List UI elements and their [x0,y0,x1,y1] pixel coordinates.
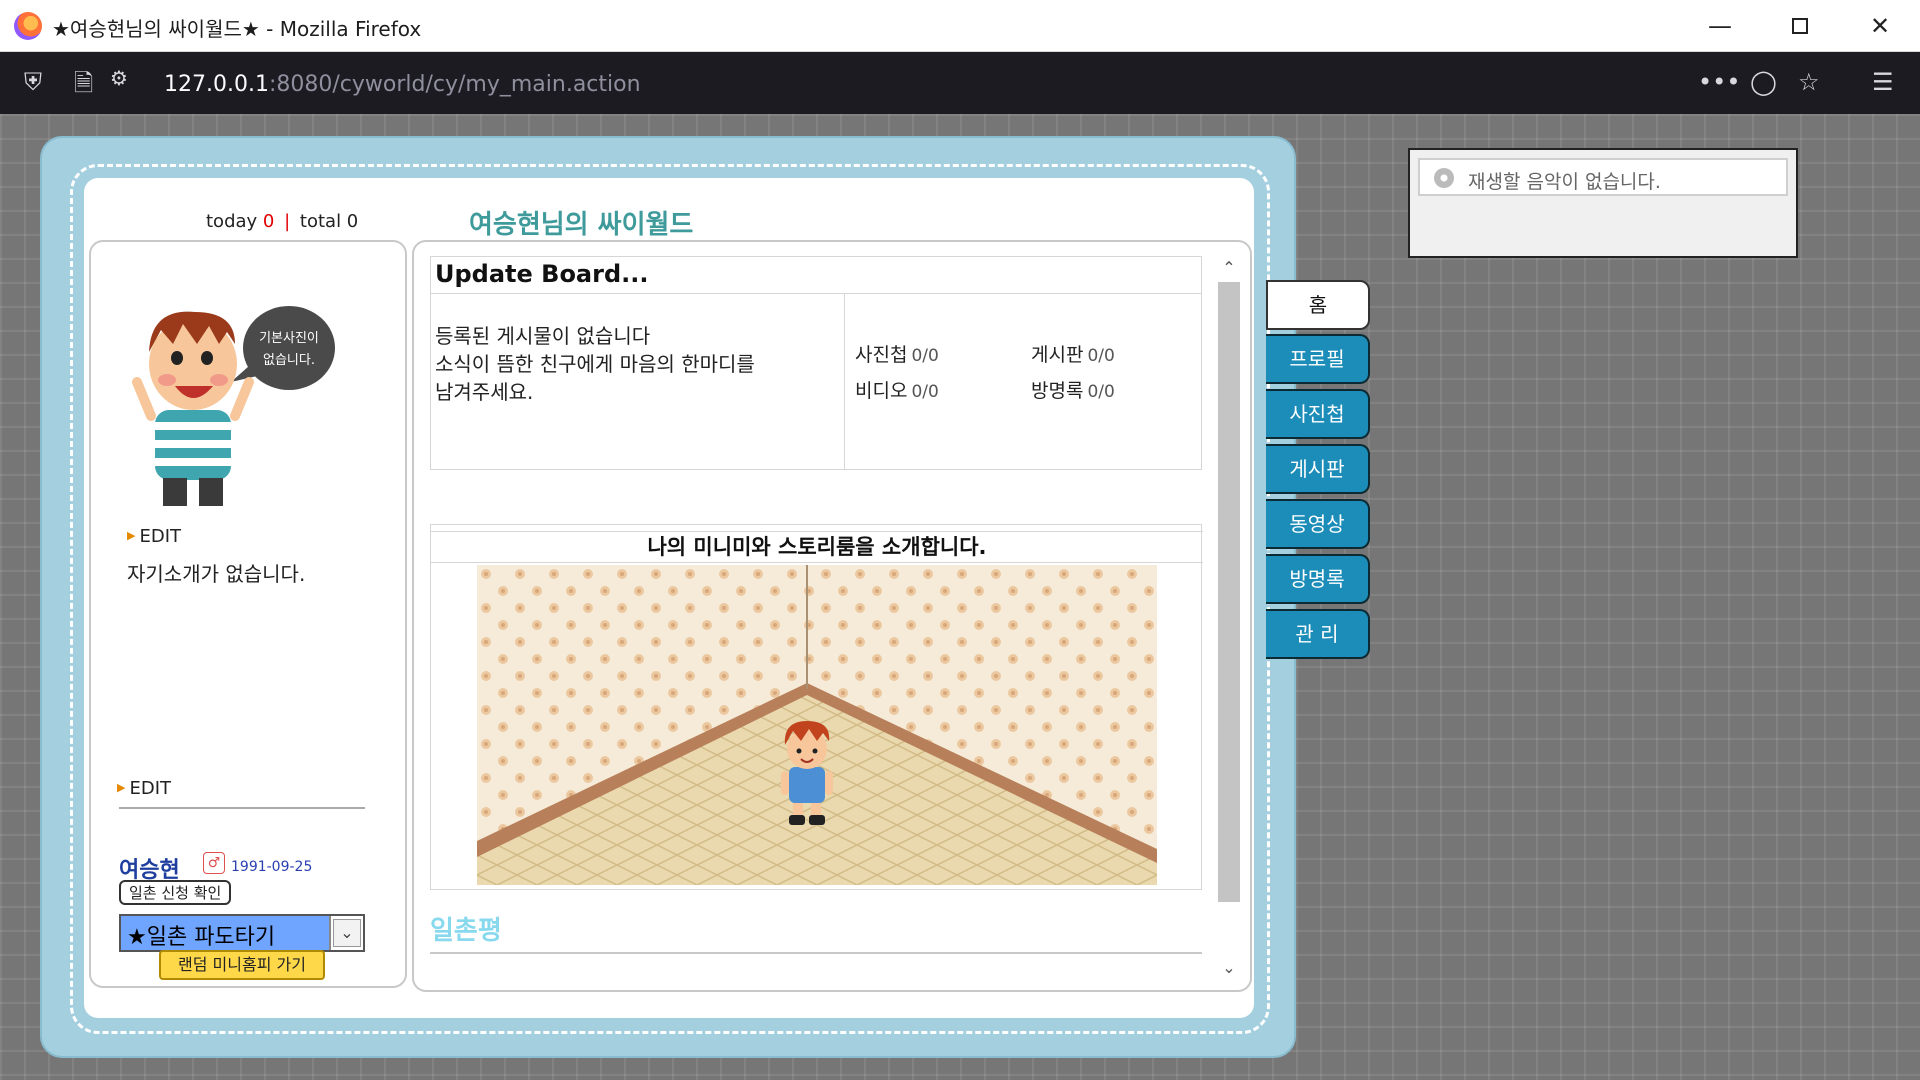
bubble-text-2: 없습니다. [263,353,315,368]
self-intro: 자기소개가 없습니다. [127,562,306,586]
profile-divider [119,807,365,809]
update-message-line3: 남겨주세요. [435,380,534,404]
tab-0[interactable]: 홈 [1266,280,1370,330]
window-title: ★여승현님의 싸이월드★ - Mozilla Firefox [52,17,422,41]
pocket-icon[interactable]: ◯ [1750,68,1777,96]
random-minihompy-button[interactable]: 랜덤 미니홈피 가기 [159,950,325,980]
scroll-up-icon[interactable]: ⌃ [1218,258,1240,280]
tab-4[interactable]: 동영상 [1266,499,1370,549]
miniroom-image [477,565,1157,885]
main-panel: Update Board... 등록된 게시물이 없습니다 소식이 뜸한 친구에… [412,240,1252,992]
birthdate: 1991-09-25 [231,859,313,875]
miniroom-box: 나의 미니미와 스토리룸을 소개합니다. [430,524,1203,890]
permissions-icon[interactable]: ⚙ [110,66,128,90]
pado-select[interactable]: ★일촌 파도타기 ⌄ [119,914,365,952]
scroll-down-icon[interactable]: ⌄ [1218,958,1240,980]
stat-board-label: 게시판 [1031,344,1084,366]
url-bar[interactable]: ⛨ 🗎 ⚙ 127.0.0.1:8080/cyworld/cy/my_main.… [12,60,1882,106]
close-icon: ✕ [1869,12,1891,40]
minimize-icon: — [1708,12,1732,40]
bookmark-star-icon[interactable]: ☆ [1798,68,1820,96]
stat-photo-count: 0/0 [911,346,939,366]
stat-guestbook-label: 방명록 [1031,380,1084,402]
miniroom-title: 나의 미니미와 스토리룸을 소개합니다. [431,531,1203,563]
main-scrollbar[interactable]: ⌃ ⌄ [1214,256,1240,980]
music-player: 재생할 음악이 없습니다. [1408,148,1798,258]
default-profile-image: 기본사진이 없습니다. [131,286,351,506]
music-status-box: 재생할 음악이 없습니다. [1418,158,1788,196]
tab-2[interactable]: 사진첩 [1266,389,1370,439]
ilchon-request-button[interactable]: 일촌 신청 확인 [119,880,232,905]
minihompy-frame: today 0 | total 0 여승현님의 싸이월드 기본사진이 없습니다. [40,136,1296,1058]
stat-board-count: 0/0 [1087,346,1115,366]
tab-3[interactable]: 게시판 [1266,444,1370,494]
visit-counter: today 0 | total 0 [206,211,358,232]
ilchon-divider [430,952,1202,954]
minimize-button[interactable]: — [1680,0,1760,52]
maximize-button[interactable] [1760,0,1840,52]
firefox-logo-icon [14,12,42,40]
maximize-icon [1792,18,1808,34]
tab-6[interactable]: 관 리 [1266,609,1370,659]
gender-badge: ♂ [203,852,225,874]
music-status: 재생할 음악이 없습니다. [1468,171,1661,193]
minihompy-inner: today 0 | total 0 여승현님의 싸이월드 기본사진이 없습니다. [84,178,1254,1018]
tab-1[interactable]: 프로필 [1266,334,1370,384]
stat-board[interactable]: 게시판 0/0 [1031,340,1115,367]
stat-video[interactable]: 비디오 0/0 [855,376,939,403]
url-path: :8080/cyworld/cy/my_main.action [268,72,641,97]
window-titlebar: ★여승현님의 싸이월드★ - Mozilla Firefox — ✕ [0,0,1920,52]
stat-photo-label: 사진첩 [855,344,908,366]
stat-photo[interactable]: 사진첩 0/0 [855,340,939,367]
chevron-down-icon[interactable]: ⌄ [333,919,361,947]
close-button[interactable]: ✕ [1840,0,1920,52]
stat-video-count: 0/0 [911,382,939,402]
homepage-title[interactable]: 여승현님의 싸이월드 [469,204,693,241]
update-board-header: Update Board... [430,256,1202,294]
ilchon-title: 일촌평 [430,916,502,946]
stat-guestbook[interactable]: 방명록 0/0 [1031,376,1115,403]
stat-guestbook-count: 0/0 [1087,382,1115,402]
page-icon: 🗎 [74,69,94,97]
stat-video-label: 비디오 [855,380,908,402]
profile-image-edit-link[interactable]: EDIT [127,526,181,547]
update-message: 등록된 게시물이 없습니다 소식이 뜸한 친구에게 마음의 한마디를 남겨주세요… [431,294,845,469]
more-actions-icon[interactable]: ••• [1698,68,1740,96]
update-message-line1: 등록된 게시물이 없습니다 [435,324,651,348]
update-board-body: 등록된 게시물이 없습니다 소식이 뜸한 친구에게 마음의 한마디를 남겨주세요… [430,294,1202,470]
tab-5[interactable]: 방명록 [1266,554,1370,604]
page-background: 재생할 음악이 없습니다. today 0 | total 0 여승현님의 싸이… [0,114,1920,1080]
total-count: total 0 [299,211,359,232]
bubble-text-1: 기본사진이 [259,331,319,346]
url-host: 127.0.0.1 [164,72,269,97]
profile-panel: 기본사진이 없습니다. ▶ EDIT 자기소개가 없습니다. ▶ EDIT 여승… [89,240,407,988]
url-text[interactable]: 127.0.0.1:8080/cyworld/cy/my_main.action [164,72,641,97]
scrollbar-thumb[interactable] [1218,282,1240,902]
today-count: 0 [262,211,275,232]
today-label: today [206,211,258,232]
intro-edit-link[interactable]: EDIT [117,778,171,799]
browser-toolbar: ⛨ 🗎 ⚙ 127.0.0.1:8080/cyworld/cy/my_main.… [0,52,1920,114]
update-message-line2: 소식이 뜸한 친구에게 마음의 한마디를 [435,352,755,376]
disc-icon [1434,168,1454,188]
pado-select-value: ★일촌 파도타기 [121,916,331,950]
shield-icon[interactable]: ⛨ [24,68,42,96]
update-board-title: Update Board... [435,260,649,288]
menu-icon[interactable]: ☰ [1872,68,1894,96]
counter-separator: | [284,211,291,232]
